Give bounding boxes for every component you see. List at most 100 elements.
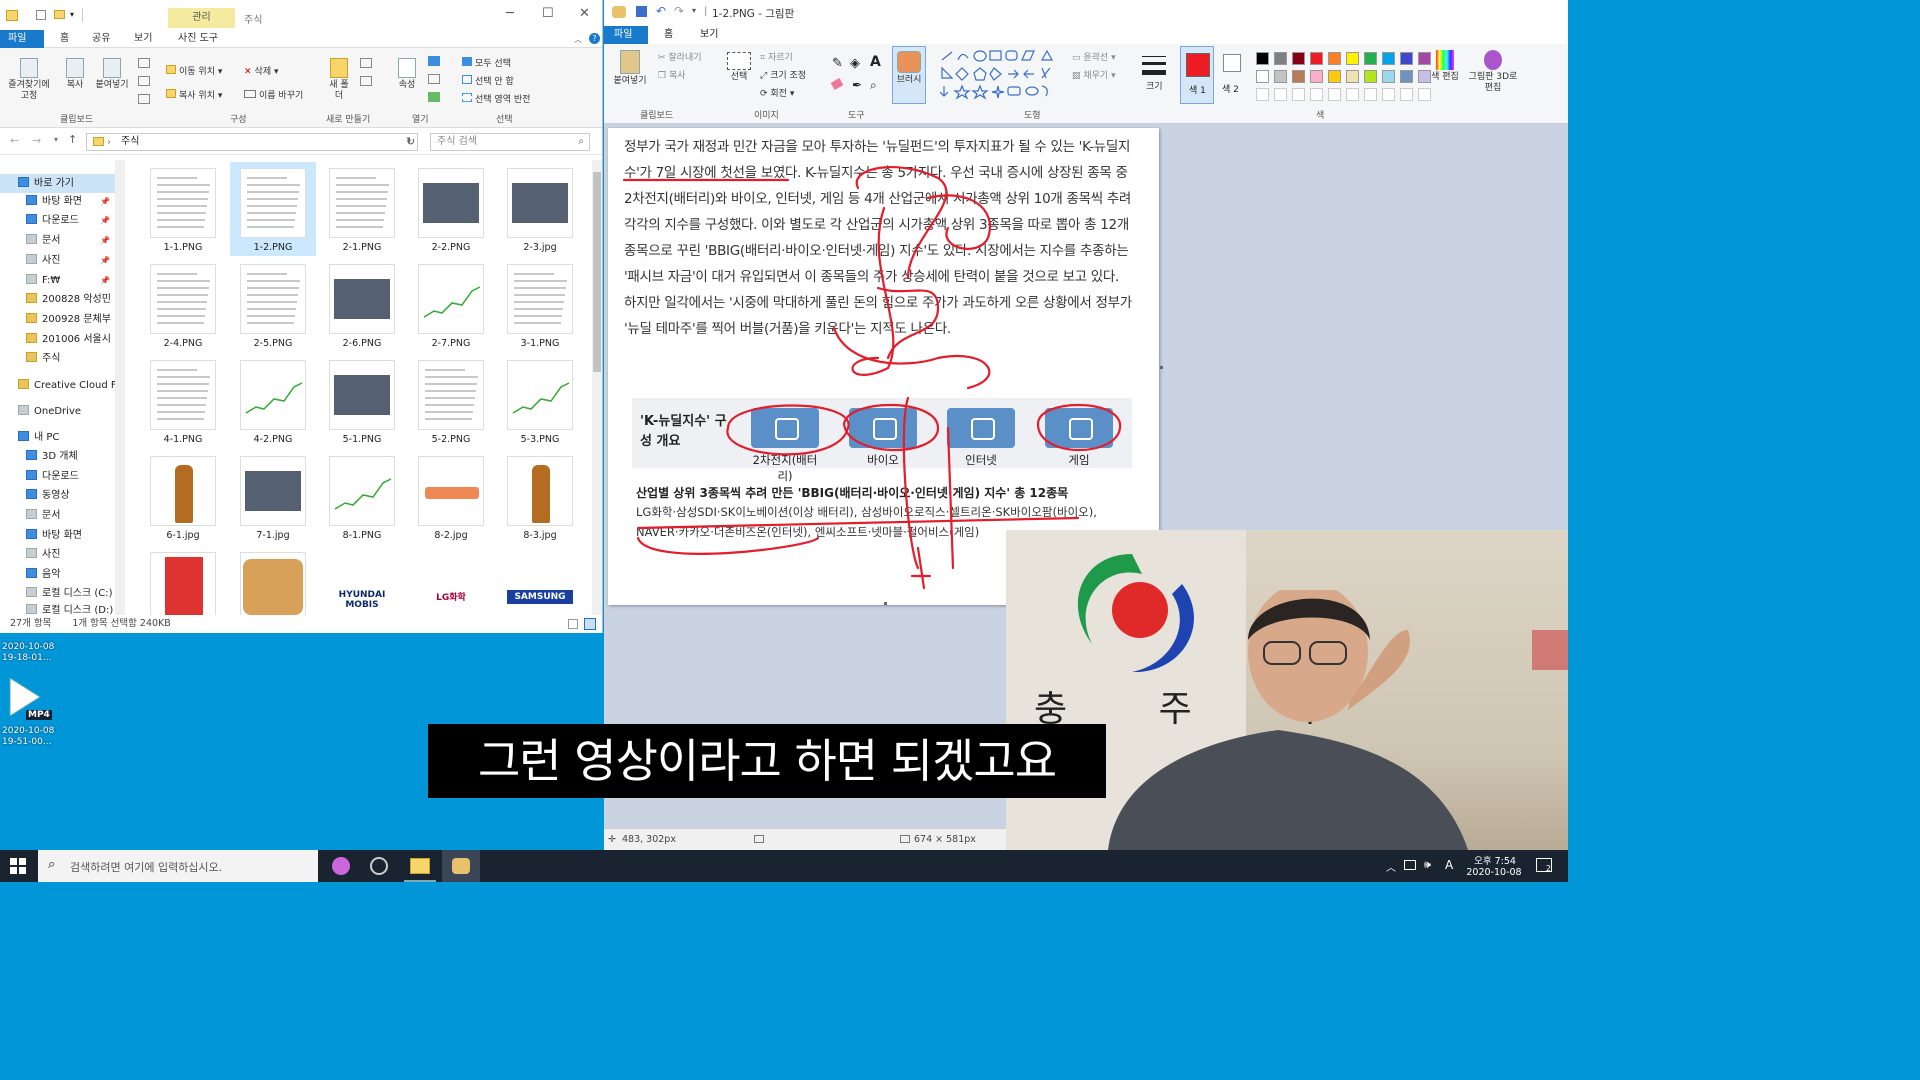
file-thumbnail[interactable]: 4-1.PNG (140, 354, 226, 448)
easy-access-icon[interactable] (360, 76, 372, 86)
palette-swatch[interactable] (1364, 52, 1377, 65)
edit-icon[interactable] (428, 74, 440, 84)
notification-center-icon[interactable]: 2 (1536, 858, 1552, 873)
undo-icon[interactable]: ↶ (656, 4, 666, 18)
nav-item[interactable]: 음악 (0, 565, 124, 584)
paint-taskbar-button[interactable] (442, 850, 480, 882)
fill-bucket-icon[interactable]: ◈ (850, 56, 860, 71)
tab-home[interactable]: 홈 (52, 30, 77, 48)
cut-button[interactable]: ✂ 잘라내기 (658, 50, 702, 63)
mp4-file-icon[interactable]: MP4 (4, 676, 54, 724)
invert-selection-button[interactable]: 선택 영역 반전 (462, 92, 530, 105)
cut-icon[interactable] (138, 58, 150, 68)
custom-color-slot[interactable] (1256, 88, 1269, 101)
color-palette[interactable] (1252, 50, 1432, 104)
taskbar-search-box[interactable]: ⌕ 검색하려면 여기에 입력하십시오. (38, 850, 318, 882)
palette-swatch[interactable] (1382, 70, 1395, 83)
color1-button[interactable]: 색 1 (1180, 46, 1214, 104)
palette-swatch[interactable] (1274, 70, 1287, 83)
refresh-icon[interactable]: ↻ (406, 135, 415, 148)
pencil-icon[interactable]: ✎ (832, 56, 843, 71)
checkbox-icon[interactable] (36, 10, 46, 20)
file-thumbnail[interactable]: 2-4.PNG (140, 258, 226, 352)
copy-button[interactable]: ❐ 복사 (658, 68, 686, 81)
file-thumbnail[interactable]: 5-1.PNG (319, 354, 405, 448)
nav-item[interactable]: 동영상 (0, 486, 124, 505)
brushes-button[interactable]: 브러시 (892, 46, 926, 104)
file-thumbnail[interactable]: 1-1.PNG (140, 162, 226, 256)
forward-arrow-icon[interactable]: → (32, 134, 41, 147)
custom-color-slot[interactable] (1418, 88, 1431, 101)
file-thumbnail[interactable]: 3-1.PNG (497, 258, 583, 352)
text-tool-icon[interactable]: A (870, 54, 881, 70)
palette-swatch[interactable] (1310, 52, 1323, 65)
paste-button[interactable]: 붙여넣기 (92, 58, 132, 91)
explorer-titlebar[interactable]: ▾ 관리 주식 ─ ☐ ✕ (0, 0, 602, 30)
custom-color-slot[interactable] (1310, 88, 1323, 101)
navigation-pane[interactable]: 바로 가기 바탕 화면 📌 다운로드 📌 문서 📌 사진 📌 F:₩ 📌 200828 악성민 2009… (0, 160, 126, 616)
up-arrow-icon[interactable]: ↑ (68, 133, 77, 146)
file-thumbnail[interactable]: 7-1.jpg (230, 450, 316, 544)
edit-paint3d-button[interactable]: 그림판 3D로 편집 (1468, 50, 1518, 94)
palette-swatch[interactable] (1346, 52, 1359, 65)
nav-item[interactable]: 200828 악성민 (0, 290, 124, 309)
file-thumbnail[interactable]: 8-1.PNG (319, 450, 405, 544)
minimize-button[interactable]: ─ (506, 6, 514, 21)
select-button[interactable]: 선택 (722, 52, 756, 83)
clock-date[interactable]: 2020-10-08 (1462, 867, 1526, 878)
ime-indicator[interactable]: A (1445, 858, 1453, 872)
select-none-button[interactable]: 선택 안 함 (462, 74, 514, 87)
pin-icon[interactable]: 📌 (100, 271, 110, 290)
palette-swatch[interactable] (1328, 70, 1341, 83)
shapes-gallery[interactable] (938, 50, 1068, 100)
paste-shortcut-icon[interactable] (138, 94, 150, 104)
nav-item[interactable]: 사진 (0, 545, 124, 564)
copy-path-icon[interactable] (138, 76, 150, 86)
copy-to-button[interactable]: 복사 위치 ▾ (166, 88, 222, 101)
palette-swatch[interactable] (1328, 52, 1341, 65)
new-folder-button[interactable]: 새 폴더 (326, 58, 352, 102)
color2-button[interactable]: 색 2 (1218, 46, 1246, 104)
new-folder-icon[interactable] (54, 10, 65, 19)
file-thumbnail[interactable]: 1-2.PNG (230, 162, 316, 256)
palette-swatch[interactable] (1274, 52, 1287, 65)
copy-button[interactable]: 복사 (60, 58, 90, 91)
canvas-resize-handle-right[interactable] (1160, 366, 1163, 369)
rotate-button[interactable]: ⟳ 회전 ▾ (760, 86, 794, 99)
redo-icon[interactable]: ↷ (674, 4, 684, 18)
palette-swatch[interactable] (1400, 70, 1413, 83)
custom-color-slot[interactable] (1346, 88, 1359, 101)
nav-item[interactable]: 바로 가기 (0, 174, 124, 193)
palette-swatch[interactable] (1256, 70, 1269, 83)
open-icon[interactable] (428, 56, 440, 66)
nav-item[interactable]: 200928 문체부 (0, 310, 124, 329)
nav-item[interactable]: 내 PC (0, 428, 124, 447)
collapse-ribbon-icon[interactable]: ︿ (574, 34, 582, 45)
new-item-icon[interactable] (360, 58, 372, 68)
clock-time[interactable]: 오후 7:54 (1466, 853, 1524, 867)
nav-item[interactable]: 바탕 화면 📌 (0, 192, 124, 211)
palette-swatch[interactable] (1364, 70, 1377, 83)
pin-quick-access-button[interactable]: 즐겨찾기에 고정 (4, 58, 54, 102)
help-icon[interactable]: ? (589, 33, 600, 44)
eraser-icon[interactable] (830, 78, 844, 90)
palette-swatch[interactable] (1400, 52, 1413, 65)
nav-scrollbar[interactable] (115, 160, 125, 615)
quick-access-dropdown-icon[interactable]: ▾ (692, 6, 696, 15)
context-tab-manage[interactable]: 관리 (168, 8, 235, 28)
tab-picture-tools[interactable]: 사진 도구 (170, 30, 226, 48)
nav-item[interactable]: 사진 📌 (0, 251, 124, 270)
file-thumbnail[interactable]: 2-6.PNG (319, 258, 405, 352)
rename-button[interactable]: 이름 바꾸기 (244, 88, 303, 101)
pin-icon[interactable]: 📌 (100, 231, 110, 250)
edit-colors-button[interactable]: 색 편집 (1430, 50, 1460, 83)
palette-swatch[interactable] (1346, 70, 1359, 83)
fill-button[interactable]: ▨ 채우기 ▾ (1072, 68, 1116, 81)
pin-icon[interactable]: 📌 (100, 211, 110, 230)
nav-item[interactable]: 다운로드 (0, 467, 124, 486)
content-scrollbar[interactable] (592, 160, 602, 615)
quick-access-dropdown-icon[interactable]: ▾ (70, 10, 74, 19)
file-thumbnail[interactable]: 2-1.PNG (319, 162, 405, 256)
custom-color-slot[interactable] (1364, 88, 1377, 101)
file-thumbnail[interactable]: 4-2.PNG (230, 354, 316, 448)
